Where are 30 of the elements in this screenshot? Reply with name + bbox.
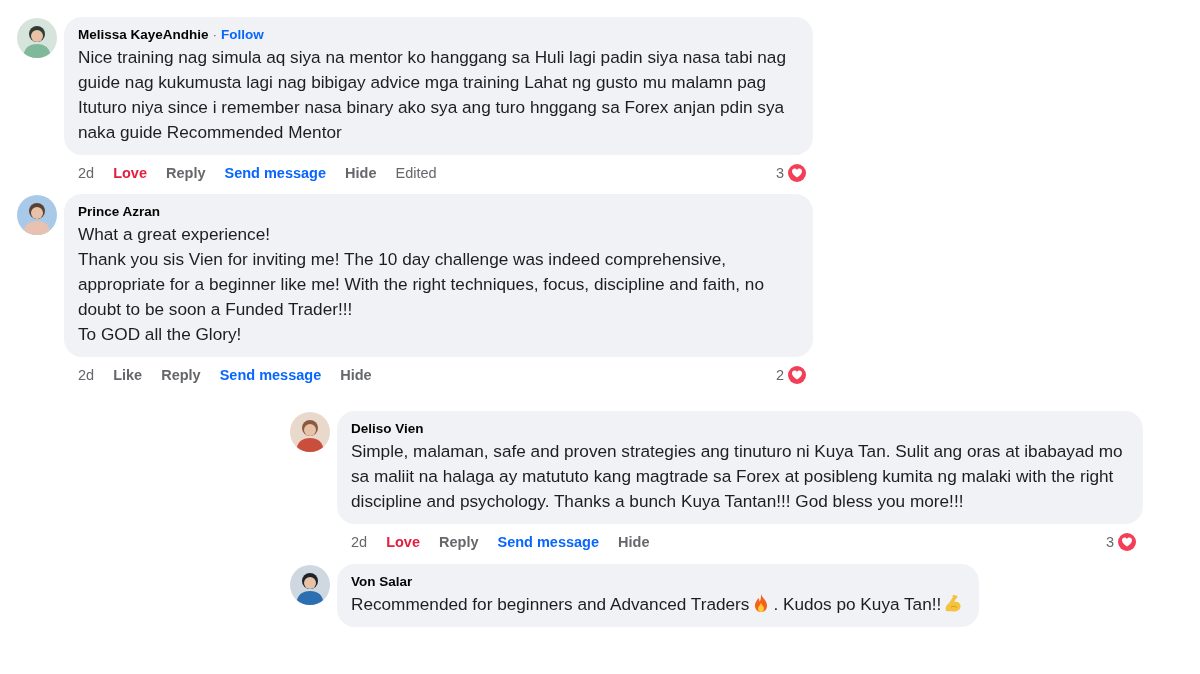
reaction-link[interactable]: Like — [113, 367, 143, 383]
send-message-link[interactable]: Send message — [497, 534, 600, 550]
reaction-count: 3 — [775, 165, 784, 181]
comment-text: Simple, malaman, safe and proven strategies ang tinuturo ni Kuya Tan. Sulit ang oras at ibabayad mo sa maliit na halaga ay matututo kang magtrade sa Forex at posibleng kumita ng malaki with the right discipline and psychology. Thanks a bunch Kuya Tantan!!! God bless you more!!! — [351, 440, 1124, 513]
reply-link[interactable]: Reply — [439, 534, 479, 550]
follow-link[interactable]: Follow — [221, 26, 264, 44]
reaction-count: 3 — [1105, 534, 1114, 550]
reaction-link[interactable]: Love — [113, 165, 147, 181]
timestamp: 2d — [351, 534, 368, 550]
timestamp: 2d — [78, 367, 95, 383]
comment-text: Nice training nag simula aq siya na mentor ko hanggang sa Huli lagi padin siya nasa tabi nag guide nag kukumusta lagi nag bibigay advice mga training Lahat ng gusto mu malamn pag Ituturo niya since i remember nasa binary ako sya ang turo hnggang sa Forex anjan pdin sya naka guide Recommended Mentor — [78, 46, 787, 144]
separator-dot: · — [212, 26, 218, 44]
hide-link[interactable]: Hide — [345, 165, 377, 181]
author-name[interactable]: Melissa KayeAndhie — [78, 26, 209, 44]
hide-link[interactable]: Hide — [340, 367, 372, 383]
author-name[interactable]: Deliso Vien — [351, 420, 424, 438]
reaction-count: 2 — [775, 367, 784, 383]
comment-text: Recommended for beginners and Advanced Traders — [351, 594, 750, 614]
send-message-link[interactable]: Send message — [224, 165, 327, 181]
comment-text: . Kudos po Kuya Tan!! — [773, 594, 942, 614]
reply-link[interactable]: Reply — [161, 367, 201, 383]
hide-link[interactable]: Hide — [618, 534, 650, 550]
author-name[interactable]: Von Salar — [351, 573, 413, 591]
edited-label: Edited — [395, 165, 437, 181]
author-name[interactable]: Prince Azran — [78, 203, 161, 221]
timestamp: 2d — [78, 165, 95, 181]
send-message-link[interactable]: Send message — [219, 367, 322, 383]
reply-link[interactable]: Reply — [166, 165, 206, 181]
comment-text: What a great experience! Thank you sis Vien for inviting me! The 10 day challenge was indeed comprehensive, appropriate for a beginner like me! With the right techniques, focus, discipline and faith, no doubt to be soon a Funded Trader!!! To GOD all the Glory! — [78, 223, 765, 346]
reaction-link[interactable]: Love — [386, 534, 420, 550]
